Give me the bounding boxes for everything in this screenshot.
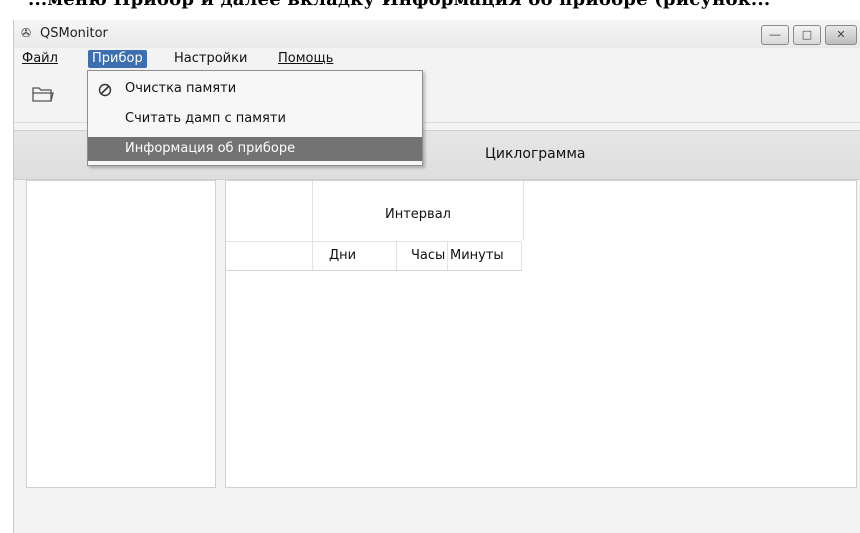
column-minutes[interactable]: Минуты [450, 248, 504, 263]
interval-header-label: Интервал [385, 207, 451, 222]
document-caption: ...меню Прибор и далее вкладку Информаци… [0, 0, 860, 20]
folder-open-icon[interactable] [31, 84, 55, 104]
clear-memory-icon [98, 82, 112, 97]
menu-device[interactable]: Прибор [88, 50, 147, 68]
cyclogram-table[interactable]: Интервал Дни Часы Минуты [225, 180, 857, 488]
column-divider [312, 242, 313, 270]
left-panel[interactable] [26, 180, 216, 488]
menu-item-clear-memory-label: Очистка памяти [125, 81, 237, 96]
close-icon[interactable]: ✕ [825, 25, 857, 45]
cyclogram-title: Циклограмма [485, 146, 586, 162]
column-days[interactable]: Дни [329, 248, 356, 263]
column-hours[interactable]: Часы [411, 248, 445, 263]
status-area [14, 490, 860, 533]
menu-item-device-info-label: Информация об приборе [125, 141, 296, 156]
device-icon: ✇ [21, 26, 32, 40]
menu-settings[interactable]: Настройки [170, 50, 251, 68]
menu-item-read-dump-label: Считать дамп с памяти [125, 111, 286, 126]
title-bar: ✇ QSMonitor ― □ ✕ [14, 20, 860, 48]
window-title: QSMonitor [40, 26, 108, 41]
menu-item-device-info[interactable]: Информация об приборе [88, 137, 422, 161]
menu-bar: Файл Прибор Настройки Помощь [14, 48, 860, 70]
maximize-icon[interactable]: □ [793, 25, 821, 45]
interval-header: Интервал [312, 181, 524, 241]
menu-item-read-dump[interactable]: Считать дамп с памяти [88, 107, 422, 131]
menu-help[interactable]: Помощь [274, 50, 337, 68]
column-divider [396, 242, 397, 270]
menu-file-label: Файл [22, 51, 58, 66]
table-column-headers: Дни Часы Минуты [226, 241, 522, 271]
menu-file[interactable]: Файл [18, 50, 62, 68]
menu-item-clear-memory[interactable]: Очистка памяти [88, 77, 422, 101]
menu-device-label: Прибор [92, 51, 143, 66]
device-menu-dropdown: Очистка памяти Считать дамп с памяти Инф… [87, 70, 423, 166]
menu-help-label: Помощь [278, 51, 334, 66]
menu-settings-label: Настройки [174, 51, 248, 66]
window-controls: ― □ ✕ [761, 25, 857, 45]
column-divider [447, 242, 448, 270]
column-divider [521, 242, 522, 270]
app-window: ✇ QSMonitor ― □ ✕ Файл Прибор Настройки … [13, 20, 860, 533]
document-caption-text: ...меню Прибор и далее вкладку Информаци… [28, 0, 770, 10]
minimize-icon[interactable]: ― [761, 25, 789, 45]
